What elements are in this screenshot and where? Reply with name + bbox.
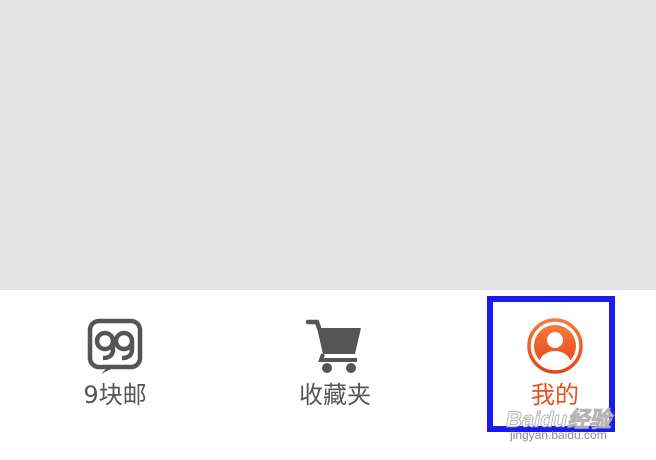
tab-9kuaiyou[interactable]: 9块邮 xyxy=(30,290,200,460)
bottom-tab-bar: 9块邮 收藏夹 我的 xyxy=(0,290,656,460)
tab-label: 9块邮 xyxy=(83,381,147,409)
user-profile-icon xyxy=(527,318,583,374)
tab-label: 收藏夹 xyxy=(299,381,371,409)
shopping-cart-icon xyxy=(305,319,361,373)
content-area xyxy=(0,0,656,290)
tab-label: 我的 xyxy=(531,381,579,409)
nine-nine-icon xyxy=(87,318,143,374)
tab-mine[interactable]: 我的 xyxy=(470,290,640,460)
tab-favorites[interactable]: 收藏夹 xyxy=(250,290,420,460)
